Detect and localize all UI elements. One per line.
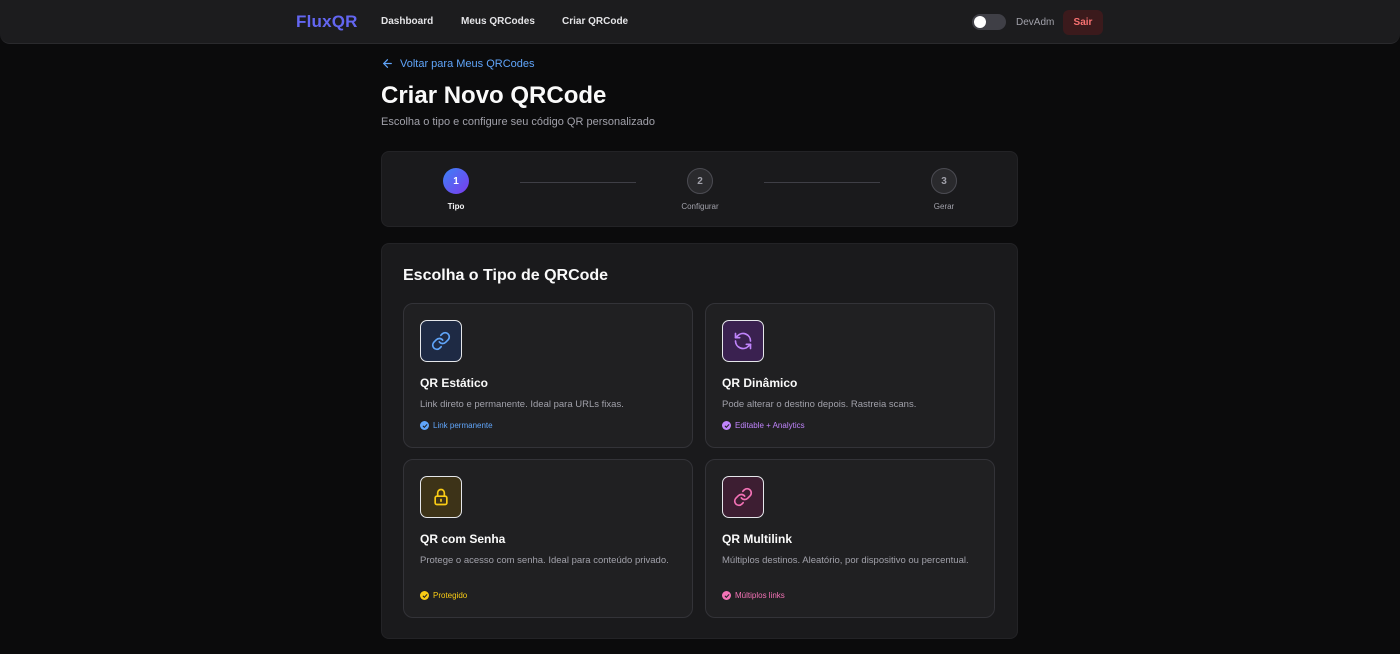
card-password-qr[interactable]: QR com Senha Protege o acesso com senha.…: [403, 459, 693, 618]
card-description: Pode alterar o destino depois. Rastreia …: [722, 399, 917, 410]
step-label: Configurar: [681, 202, 719, 211]
page-subtitle: Escolha o tipo e configure seu código QR…: [381, 116, 655, 128]
step-number: 3: [931, 168, 957, 194]
top-navbar: FluxQR Dashboard Meus QRCodes Criar QRCo…: [0, 0, 1400, 44]
back-link[interactable]: Voltar para Meus QRCodes: [381, 57, 535, 70]
step-label: Gerar: [933, 202, 955, 211]
toggle-knob: [974, 16, 986, 28]
refresh-icon: [722, 320, 764, 362]
step-label: Tipo: [447, 202, 465, 211]
card-badge: Link permanente: [420, 421, 493, 430]
card-description: Protege o acesso com senha. Ideal para c…: [420, 555, 669, 566]
badge-label: Editable + Analytics: [735, 421, 805, 430]
qrcode-type-panel: Escolha o Tipo de QRCode QR Estático Lin…: [381, 243, 1018, 639]
badge-label: Link permanente: [433, 421, 493, 430]
logout-button[interactable]: Sair: [1063, 10, 1103, 35]
nav-my-qrcodes[interactable]: Meus QRCodes: [461, 16, 535, 27]
card-description: Link direto e permanente. Ideal para URL…: [420, 399, 624, 410]
card-description: Múltiplos destinos. Aleatório, por dispo…: [722, 555, 969, 566]
check-icon: [420, 591, 429, 600]
step-type[interactable]: 1 Tipo: [411, 168, 501, 211]
check-icon: [420, 421, 429, 430]
card-badge: Protegido: [420, 591, 467, 600]
arrow-left-icon: [383, 59, 392, 68]
back-link-label: Voltar para Meus QRCodes: [400, 57, 535, 70]
card-title: QR com Senha: [420, 532, 506, 546]
card-badge: Múltiplos links: [722, 591, 785, 600]
card-static-qr[interactable]: QR Estático Link direto e permanente. Id…: [403, 303, 693, 448]
check-icon: [722, 591, 731, 600]
link-icon: [420, 320, 462, 362]
step-number: 1: [443, 168, 469, 194]
step-configure[interactable]: 2 Configurar: [655, 168, 745, 211]
card-title: QR Estático: [420, 376, 489, 390]
lock-icon: [420, 476, 462, 518]
badge-label: Protegido: [433, 591, 468, 600]
card-badge: Editable + Analytics: [722, 421, 805, 430]
theme-toggle[interactable]: [972, 14, 1006, 30]
page-title: Criar Novo QRCode: [381, 82, 607, 109]
badge-label: Múltiplos links: [735, 591, 785, 600]
step-generate[interactable]: 3 Gerar: [899, 168, 989, 211]
card-multilink-qr[interactable]: QR Multilink Múltiplos destinos. Aleatór…: [705, 459, 995, 618]
step-connector: [520, 182, 636, 183]
nav-dashboard[interactable]: Dashboard: [381, 16, 433, 27]
step-number: 2: [687, 168, 713, 194]
nav-create-qrcode[interactable]: Criar QRCode: [562, 16, 628, 27]
user-name: DevAdm: [1016, 17, 1055, 28]
step-connector: [764, 182, 880, 183]
panel-title: Escolha o Tipo de QRCode: [403, 267, 609, 284]
multilink-icon: [722, 476, 764, 518]
card-dynamic-qr[interactable]: QR Dinâmico Pode alterar o destino depoi…: [705, 303, 995, 448]
card-title: QR Multilink: [722, 532, 792, 546]
card-title: QR Dinâmico: [722, 376, 798, 390]
logo[interactable]: FluxQR: [296, 12, 358, 32]
check-icon: [722, 421, 731, 430]
stepper: 1 Tipo 2 Configurar 3 Gerar: [381, 151, 1018, 227]
